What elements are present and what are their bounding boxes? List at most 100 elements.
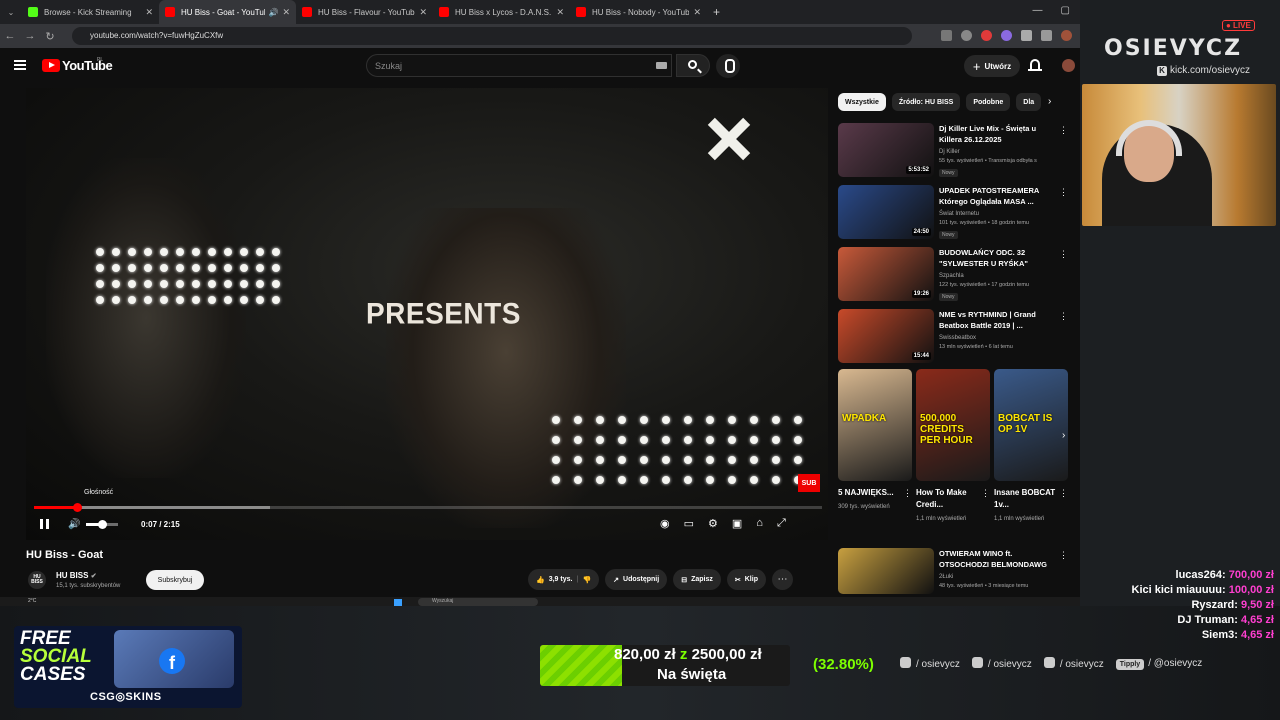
- cast-icon[interactable]: ⌂: [756, 517, 763, 530]
- video-title[interactable]: UPADEK PATOSTREAMERA Którego Oglądała MA…: [939, 185, 1061, 207]
- short-thumbnail[interactable]: 500,000 CREDITS PER HOUR: [916, 369, 990, 481]
- pause-icon[interactable]: [40, 519, 49, 529]
- maximize-icon[interactable]: ▢: [1061, 5, 1070, 16]
- create-button[interactable]: + Utwórz: [964, 55, 1020, 77]
- recommended-video[interactable]: OTWIERAM WINO ft. OTSOCHODZI BELMONDAWG 2…: [838, 548, 1074, 594]
- short-title[interactable]: How To Make Credi...: [916, 487, 978, 511]
- video-title[interactable]: NME vs RYTHMIND | Grand Beatbox Battle 2…: [939, 309, 1061, 331]
- miniplayer-icon[interactable]: ▣: [732, 517, 742, 530]
- volume-handle[interactable]: [98, 520, 107, 529]
- video-thumbnail[interactable]: [838, 548, 934, 594]
- menu-icon[interactable]: [14, 60, 26, 70]
- taskbar-search[interactable]: Wyszukaj: [418, 598, 538, 606]
- tab-close-icon[interactable]: ✕: [693, 7, 701, 18]
- video-title[interactable]: OTWIERAM WINO ft. OTSOCHODZI BELMONDAWG: [939, 548, 1061, 570]
- tab-close-icon[interactable]: ✕: [282, 7, 290, 18]
- account-avatar[interactable]: [1062, 59, 1075, 72]
- recommended-video[interactable]: 15:44 NME vs RYTHMIND | Grand Beatbox Bat…: [838, 309, 1074, 365]
- subscribe-button[interactable]: Subskrybuj: [146, 570, 204, 590]
- recommended-video[interactable]: 19:26 BUDOWLAŃCY ODC. 32 "SYLWESTER U RYŚ…: [838, 247, 1074, 303]
- fullscreen-icon[interactable]: ⤢: [777, 517, 786, 530]
- channel-name[interactable]: HU BISS ✔: [56, 571, 97, 580]
- short-item[interactable]: 500,000 CREDITS PER HOUR How To Make Cred…: [916, 369, 990, 524]
- browser-tab[interactable]: HU Biss x Lycos - D.A.N.S. - You ✕: [433, 0, 570, 24]
- tab-close-icon[interactable]: ✕: [556, 7, 564, 18]
- video-channel[interactable]: Swissbeatbox: [939, 335, 976, 341]
- more-options-icon[interactable]: ⋮: [981, 488, 990, 499]
- progress-bar[interactable]: [34, 503, 822, 512]
- profile-avatar-icon[interactable]: [1061, 30, 1072, 41]
- video-channel[interactable]: Dj Killer: [939, 149, 960, 155]
- thumbs-down-icon[interactable]: 👎: [582, 576, 591, 584]
- short-title[interactable]: 5 NAJWIĘKS...: [838, 487, 900, 499]
- like-button[interactable]: 👍 3,9 tys. | 👎: [528, 569, 600, 590]
- save-button[interactable]: ⊟ Zapisz: [673, 569, 721, 590]
- more-options-icon[interactable]: ⋮: [1059, 488, 1068, 499]
- search-button[interactable]: [676, 54, 710, 77]
- short-thumbnail[interactable]: BOBCAT IS OP 1V: [994, 369, 1068, 481]
- video-thumbnail[interactable]: 19:26: [838, 247, 934, 301]
- video-channel[interactable]: 2Łuki: [939, 574, 953, 580]
- tab-close-icon[interactable]: ✕: [419, 7, 427, 18]
- short-item[interactable]: WPADKA 5 NAJWIĘKS... 309 tys. wyświetleń ⋮: [838, 369, 912, 512]
- share-button[interactable]: ↗ Udostępnij: [605, 569, 668, 590]
- filter-chip[interactable]: Źródło: HU BISS: [891, 93, 961, 111]
- clip-button[interactable]: ✂ Klip: [726, 569, 766, 590]
- cast-icon[interactable]: [941, 30, 952, 41]
- extension-red-icon[interactable]: [981, 30, 992, 41]
- filter-chip[interactable]: Dla: [1016, 93, 1042, 111]
- back-icon[interactable]: ←: [0, 30, 20, 42]
- short-title[interactable]: Insane BOBCAT 1v...: [994, 487, 1056, 511]
- more-options-icon[interactable]: ⋮: [1059, 249, 1068, 260]
- more-options-icon[interactable]: ⋮: [1059, 125, 1068, 136]
- more-options-icon[interactable]: ⋮: [1059, 311, 1068, 322]
- more-options-icon[interactable]: ⋮: [903, 488, 912, 499]
- volume-slider[interactable]: [86, 520, 118, 529]
- new-tab-button[interactable]: +: [713, 5, 720, 19]
- tab-audio-icon[interactable]: 🔊: [268, 8, 278, 17]
- media-icon[interactable]: [1041, 30, 1052, 41]
- settings-gear-icon[interactable]: ⚙: [708, 517, 718, 530]
- notifications-icon[interactable]: [1028, 59, 1042, 71]
- reload-icon[interactable]: ↻: [40, 30, 60, 43]
- more-options-icon[interactable]: ⋮: [1059, 550, 1068, 561]
- video-title[interactable]: BUDOWLAŃCY ODC. 32 "SYLWESTER U RYŚKA": [939, 247, 1061, 269]
- sub-badge[interactable]: SUB: [798, 474, 820, 492]
- subtitles-icon[interactable]: ▭: [684, 517, 694, 530]
- url-field[interactable]: youtube.com/watch?v=fuwHgZuCXfw: [72, 27, 912, 45]
- chips-next-icon[interactable]: ›: [1048, 96, 1051, 107]
- video-thumbnail[interactable]: 15:44: [838, 309, 934, 363]
- extensions-puzzle-icon[interactable]: [1021, 30, 1032, 41]
- more-actions-icon[interactable]: ⋯: [771, 569, 793, 590]
- video-thumbnail[interactable]: 5:53:52: [838, 123, 934, 177]
- bookmark-star-icon[interactable]: [961, 30, 972, 41]
- browser-tab[interactable]: HU Biss - Goat - YouTube 🔊 ✕: [159, 0, 296, 24]
- extension-purple-icon[interactable]: [1001, 30, 1012, 41]
- more-options-icon[interactable]: ⋮: [1059, 187, 1068, 198]
- browser-tab[interactable]: HU Biss - Nobody - YouTube ✕: [570, 0, 707, 24]
- search-input[interactable]: Szukaj: [366, 54, 672, 77]
- browser-tab[interactable]: Browse - Kick Streaming ✕: [22, 0, 159, 24]
- scrubber-handle[interactable]: [72, 503, 82, 512]
- video-channel[interactable]: Świat Internetu: [939, 211, 979, 217]
- filter-chip[interactable]: Podobne: [966, 93, 1011, 111]
- tab-search-icon[interactable]: ⌄: [0, 8, 22, 17]
- shorts-next-icon[interactable]: ›: [1062, 430, 1065, 441]
- recommended-video[interactable]: 24:50 UPADEK PATOSTREAMERA Którego Ogląda…: [838, 185, 1074, 241]
- autoplay-toggle-icon[interactable]: ◉: [660, 517, 670, 530]
- minimize-icon[interactable]: —: [1033, 5, 1043, 16]
- short-thumbnail[interactable]: WPADKA: [838, 369, 912, 481]
- video-channel[interactable]: Szpachla: [939, 273, 964, 279]
- volume-icon[interactable]: 🔊: [68, 519, 80, 530]
- channel-avatar[interactable]: HU BISS: [28, 571, 46, 589]
- youtube-logo-text[interactable]: YouTube: [62, 58, 113, 73]
- start-icon[interactable]: [394, 599, 402, 606]
- youtube-logo-icon[interactable]: [42, 59, 60, 72]
- tab-close-icon[interactable]: ✕: [145, 7, 153, 18]
- recommended-video[interactable]: 5:53:52 Dj Killer Live Mix - Święta u Kil…: [838, 123, 1074, 179]
- forward-icon[interactable]: →: [20, 30, 40, 42]
- filter-chip[interactable]: Wszystkie: [838, 93, 886, 111]
- video-title[interactable]: Dj Killer Live Mix - Święta u Killera 26…: [939, 123, 1061, 145]
- short-item[interactable]: BOBCAT IS OP 1V Insane BOBCAT 1v... 1,1 ml…: [994, 369, 1068, 524]
- voice-search-icon[interactable]: [716, 54, 740, 78]
